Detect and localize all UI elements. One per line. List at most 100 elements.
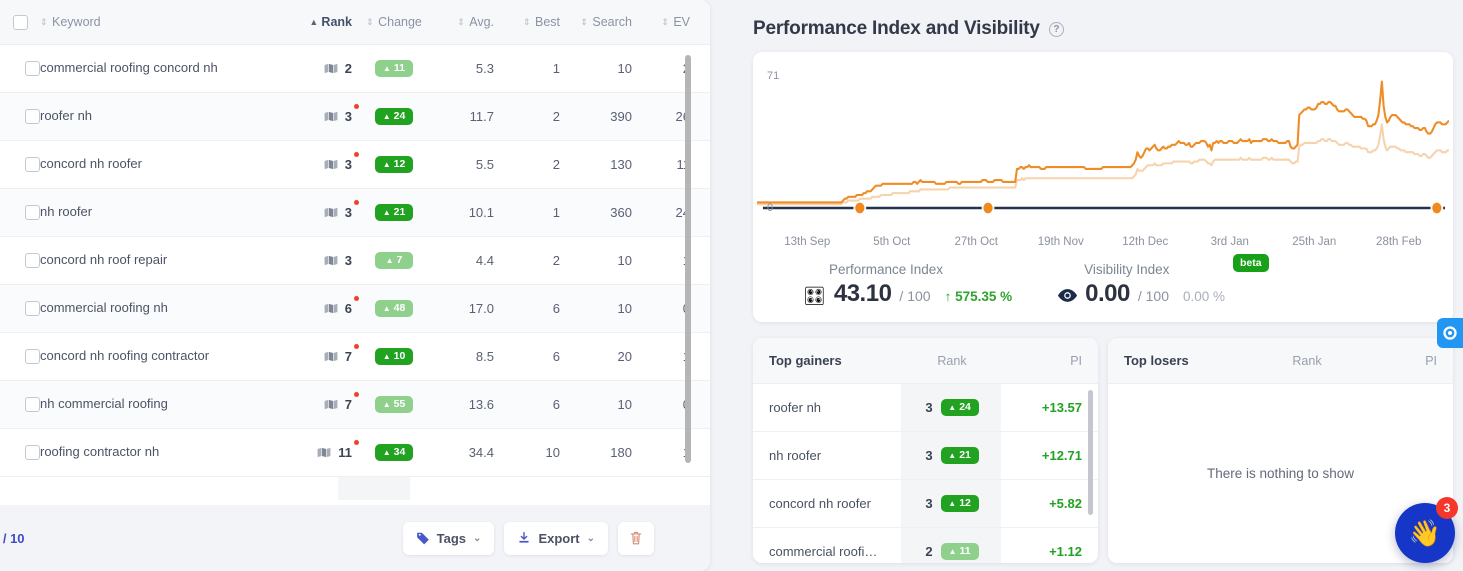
row-checkbox[interactable] [0, 349, 40, 364]
x-tick-label: 12th Dec [1122, 236, 1169, 248]
column-header-best[interactable]: ⇕ Best [502, 15, 568, 29]
cell-search: 360 [610, 205, 632, 220]
gainer-rank: 3 ▲ 21 [892, 447, 1012, 464]
metric-max: / 100 [1137, 288, 1169, 304]
sort-icon: ⇕ [40, 16, 48, 27]
table-row[interactable]: concord nh roofing contractor 7 ▲ 10 8.5 … [0, 333, 710, 381]
cell-rank: 3 [288, 253, 358, 268]
change-badge: ▲ 55 [375, 396, 413, 413]
column-header-search[interactable]: ⇕ Search [568, 15, 640, 29]
table-row[interactable]: nh commercial roofing 7 ▲55 13.6 6 10 0 [0, 381, 710, 429]
new-indicator-dot [354, 392, 359, 397]
cell-best: 6 [552, 397, 560, 412]
export-button[interactable]: Export ⌄ [504, 521, 608, 555]
cell-keyword: concord nh roof repair [40, 252, 168, 268]
performance-chart: 71 0 [757, 62, 1449, 232]
x-tick-label: 5th Oct [873, 236, 911, 248]
cell-rank: 3 [288, 152, 359, 172]
column-label-pi: PI [1070, 353, 1082, 368]
metric-performance-index: Performance Index 🎛 43.10 / 100 ↑ 575.35… [803, 262, 1012, 308]
chart-svg [757, 80, 1449, 215]
y-axis-max-label: 71 [767, 70, 780, 82]
new-indicator-dot [354, 296, 359, 301]
list-item[interactable]: concord nh roofer 3 ▲ 12 +5.82 [753, 480, 1098, 528]
table-row[interactable]: roofing contractor nh 11 ▲ 34 34.4 10 180… [0, 429, 710, 477]
cell-search: 10 [617, 397, 632, 412]
gauge-icon: 🎛 [803, 286, 826, 306]
table-vertical-scrollbar[interactable] [685, 55, 691, 463]
cell-search: 180 [610, 445, 632, 460]
chat-unread-badge: 3 [1436, 497, 1458, 519]
gainer-keyword: concord nh roofer [769, 496, 871, 511]
row-checkbox[interactable] [0, 109, 40, 124]
select-all-checkbox[interactable] [0, 14, 40, 30]
row-checkbox[interactable] [0, 445, 40, 460]
cell-best: 1 [552, 205, 560, 220]
metric-delta: ↑ 575.35 % [944, 289, 1013, 304]
page-title-text: Performance Index and Visibility [753, 18, 1040, 39]
row-checkbox[interactable] [0, 253, 40, 268]
table-row[interactable]: roofer nh 3 ▲ 24 11.7 2 390 26 [0, 93, 710, 141]
cell-keyword: concord nh roofer [40, 156, 142, 172]
table-row[interactable]: commercial roofing concord nh 2 ▲ 11 5.3 … [0, 45, 710, 93]
column-header-avg[interactable]: ⇕ Avg. [430, 15, 502, 29]
sort-icon: ⇕ [366, 16, 374, 27]
column-header-keyword[interactable]: ⇕ Keyword [40, 15, 288, 29]
gainers-scrollbar[interactable] [1088, 390, 1093, 515]
performance-card: 71 0 13th Sep 5th Oct 27th Oct 19th Nov 12th… [753, 52, 1453, 322]
column-label: Rank [321, 15, 352, 29]
x-tick-label: 27th Oct [954, 236, 998, 248]
row-checkbox[interactable] [0, 61, 40, 76]
map-icon [324, 63, 338, 74]
column-header-rank[interactable]: ▲ Rank [288, 15, 358, 29]
change-badge: ▲ 12 [940, 495, 979, 512]
cell-rank: 7 [288, 344, 359, 364]
map-icon [317, 447, 331, 458]
trash-icon [630, 531, 642, 545]
arrow-up-icon: ▲ [382, 207, 391, 217]
table-row[interactable]: nh roofer 3 ▲ 21 10.1 1 360 24 [0, 189, 710, 237]
map-icon [324, 399, 338, 410]
column-label: Best [534, 15, 560, 29]
column-header-change[interactable]: ⇕ Change [358, 15, 430, 29]
row-checkbox[interactable] [0, 157, 40, 172]
gainer-keyword: commercial roofin… [769, 544, 885, 559]
column-header-ev[interactable]: ⇕ EV [640, 15, 698, 29]
x-tick-label: 28th Feb [1376, 236, 1422, 248]
map-icon [324, 207, 338, 218]
tags-button[interactable]: Tags ⌄ [402, 521, 495, 555]
table-row[interactable]: commercial roofing nh 6 ▲48 17.0 6 10 0 [0, 285, 710, 333]
cell-avg: 34.4 [468, 445, 494, 460]
cell-best: 2 [552, 157, 560, 172]
column-label-rank: Rank [937, 353, 967, 368]
rank-value: 7 [345, 344, 359, 364]
row-checkbox[interactable] [0, 397, 40, 412]
gainer-pi: +5.82 [1049, 496, 1082, 511]
list-item[interactable]: roofer nh 3 ▲ 24 +13.57 [753, 384, 1098, 432]
row-checkbox[interactable] [0, 205, 40, 220]
side-widget-tab[interactable] [1437, 318, 1463, 348]
cell-rank: 11 [288, 440, 359, 460]
cell-keyword: concord nh roofing contractor [40, 348, 210, 364]
table-row[interactable]: concord nh roofer 3 ▲ 12 5.5 2 130 11 [0, 141, 710, 189]
column-label-pi: PI [1425, 353, 1437, 368]
change-badge: ▲ 48 [375, 300, 413, 317]
change-badge: ▲ 12 [375, 156, 413, 173]
cell-search: 10 [617, 61, 632, 76]
column-label: Keyword [52, 15, 101, 29]
help-icon[interactable]: ? [1048, 21, 1064, 37]
gainer-pi: +13.57 [1041, 400, 1082, 415]
cell-avg: 5.5 [475, 157, 494, 172]
list-item[interactable]: commercial roofin… 2 ▲ 11 +1.12 [753, 528, 1098, 563]
cell-change: ▲ 12 [358, 156, 430, 173]
delete-button[interactable] [618, 521, 654, 555]
cell-rank: 3 [288, 104, 359, 124]
list-item[interactable]: nh roofer 3 ▲ 21 +12.71 [753, 432, 1098, 480]
cell-best: 6 [552, 301, 560, 316]
arrow-up-icon: ▲ [948, 450, 957, 460]
table-row[interactable]: concord nh roof repair 3 ▲7 4.4 2 10 1 [0, 237, 710, 285]
column-label: EV [673, 15, 690, 29]
map-icon [324, 255, 338, 266]
arrow-up-icon: ▲ [382, 63, 391, 73]
row-checkbox[interactable] [0, 301, 40, 316]
